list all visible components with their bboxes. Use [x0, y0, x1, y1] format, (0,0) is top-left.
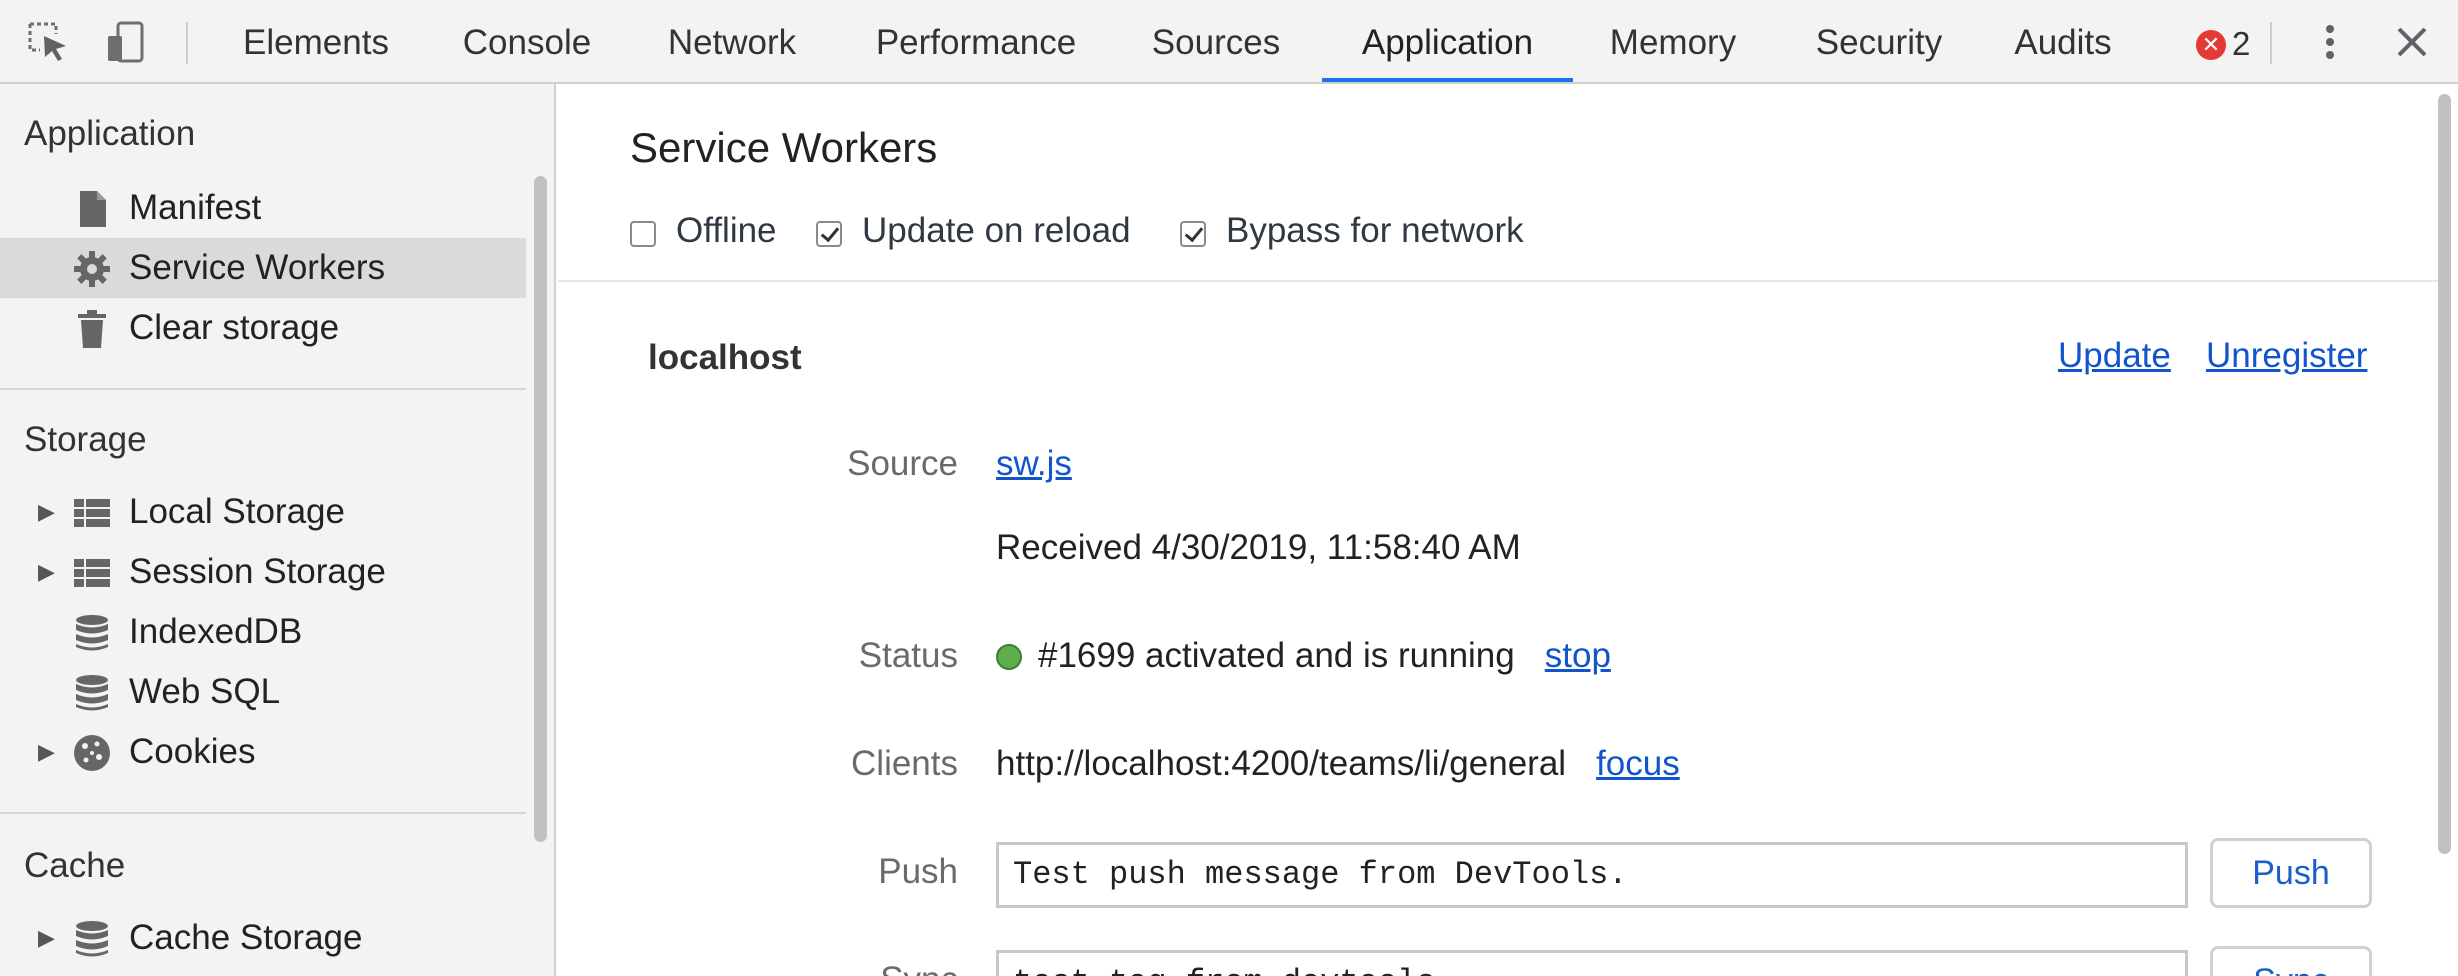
sync-button[interactable]: Sync	[2210, 946, 2372, 976]
kebab-menu-icon[interactable]	[2308, 20, 2352, 64]
push-button[interactable]: Push	[2210, 838, 2372, 908]
service-workers-panel: Service Workers Offline Update on reload…	[558, 84, 2458, 976]
sync-label: Sync	[558, 960, 958, 976]
expand-arrow-icon[interactable]: ▶	[38, 482, 55, 542]
received-timestamp: Received 4/30/2019, 11:58:40 AM	[996, 528, 1521, 567]
status-text: #1699 activated and is running	[1038, 636, 1515, 675]
checkbox-label: Update on reload	[862, 211, 1131, 250]
main-scrollbar[interactable]	[2438, 94, 2451, 854]
sidebar-item-session-storage[interactable]: ▶ Session Storage	[0, 542, 526, 602]
tab-console[interactable]: Console	[452, 0, 602, 82]
sidebar-item-cookies[interactable]: ▶ Cookies	[0, 722, 526, 782]
close-icon[interactable]	[2390, 20, 2434, 64]
update-link[interactable]: Update	[2058, 336, 2171, 376]
tab-sources[interactable]: Sources	[1144, 0, 1288, 82]
database-icon	[72, 612, 112, 652]
sidebar-divider	[0, 388, 526, 390]
sidebar-item-web-sql[interactable]: Web SQL	[0, 662, 526, 722]
sidebar-divider	[0, 812, 526, 814]
checkbox-box[interactable]	[1180, 221, 1206, 247]
sidebar-item-label: Manifest	[129, 188, 262, 227]
sidebar-item-manifest[interactable]: Manifest	[0, 178, 526, 238]
checkbox-label: Offline	[676, 211, 777, 250]
checkbox-box[interactable]	[816, 221, 842, 247]
error-counter[interactable]: ✕ 2	[2196, 24, 2250, 64]
push-message-input[interactable]: Test push message from DevTools.	[996, 842, 2188, 908]
cookie-icon	[72, 732, 112, 772]
tab-memory[interactable]: Memory	[1602, 0, 1744, 82]
tab-elements[interactable]: Elements	[228, 0, 404, 82]
sidebar: Application Manifest Service Workers Cle…	[0, 84, 556, 976]
sidebar-item-label: Web SQL	[129, 672, 281, 711]
trash-icon	[72, 308, 112, 348]
database-icon	[72, 672, 112, 712]
tab-performance[interactable]: Performance	[866, 0, 1086, 82]
grid-icon	[72, 552, 112, 592]
source-value: sw.js	[996, 444, 1072, 484]
sidebar-item-cache-storage[interactable]: ▶ Cache Storage	[0, 908, 526, 968]
sidebar-item-indexeddb[interactable]: IndexedDB	[0, 602, 526, 662]
sidebar-section-application: Application	[24, 114, 196, 153]
status-value: #1699 activated and is running stop	[996, 636, 1611, 676]
update-on-reload-checkbox[interactable]: Update on reload	[816, 210, 1131, 252]
sync-tag-input[interactable]: test-tag-from-devtools	[996, 950, 2188, 976]
status-label: Status	[858, 636, 958, 675]
grid-icon	[72, 492, 112, 532]
devtools-toolbar: Elements Console Network Performance Sou…	[0, 0, 2458, 84]
gear-icon	[72, 248, 112, 288]
sidebar-section-cache: Cache	[24, 846, 126, 885]
unregister-link[interactable]: Unregister	[2206, 336, 2367, 376]
source-label: Source	[847, 444, 958, 483]
client-url: http://localhost:4200/teams/li/general	[996, 744, 1567, 783]
toolbar-separator	[2270, 22, 2272, 64]
sidebar-section-storage: Storage	[24, 420, 147, 459]
error-count: 2	[2232, 25, 2251, 62]
active-tab-indicator	[1322, 78, 1573, 82]
bypass-for-network-checkbox[interactable]: Bypass for network	[1180, 210, 1524, 252]
status-running-icon	[996, 644, 1022, 670]
push-label: Push	[878, 852, 958, 891]
sidebar-item-label: IndexedDB	[129, 612, 303, 651]
sidebar-item-label: Cache Storage	[129, 918, 363, 957]
sidebar-scrollbar[interactable]	[534, 176, 547, 842]
sidebar-item-label: Service Workers	[129, 248, 386, 287]
database-icon	[72, 918, 112, 958]
service-worker-origin: localhost	[648, 338, 802, 377]
sidebar-item-clear-storage[interactable]: Clear storage	[0, 298, 526, 358]
checkbox-label: Bypass for network	[1226, 211, 1524, 250]
toolbar-separator	[186, 22, 188, 64]
stop-link[interactable]: stop	[1545, 636, 1611, 675]
section-divider	[558, 280, 2438, 282]
clients-label: Clients	[851, 744, 958, 783]
offline-checkbox[interactable]: Offline	[630, 210, 777, 252]
tab-security[interactable]: Security	[1804, 0, 1954, 82]
clients-value: http://localhost:4200/teams/li/general fo…	[996, 744, 1680, 784]
page-title: Service Workers	[630, 124, 938, 171]
inspect-element-icon[interactable]	[26, 20, 70, 64]
expand-arrow-icon[interactable]: ▶	[38, 908, 55, 968]
sidebar-item-service-workers[interactable]: Service Workers	[0, 238, 526, 298]
sidebar-item-label: Session Storage	[129, 552, 386, 591]
error-icon: ✕	[2196, 30, 2226, 60]
device-toolbar-icon[interactable]	[104, 20, 148, 64]
sidebar-item-label: Clear storage	[129, 308, 340, 347]
expand-arrow-icon[interactable]: ▶	[38, 722, 55, 782]
sidebar-item-label: Cookies	[129, 732, 256, 771]
checkbox-box[interactable]	[630, 221, 656, 247]
file-icon	[72, 188, 112, 228]
tab-network[interactable]: Network	[656, 0, 808, 82]
tab-application[interactable]: Application	[1322, 0, 1573, 82]
tab-audits[interactable]: Audits	[2006, 0, 2120, 82]
sidebar-item-label: Local Storage	[129, 492, 345, 531]
sidebar-item-local-storage[interactable]: ▶ Local Storage	[0, 482, 526, 542]
source-file-link[interactable]: sw.js	[996, 444, 1072, 483]
expand-arrow-icon[interactable]: ▶	[38, 542, 55, 602]
focus-link[interactable]: focus	[1596, 744, 1680, 783]
